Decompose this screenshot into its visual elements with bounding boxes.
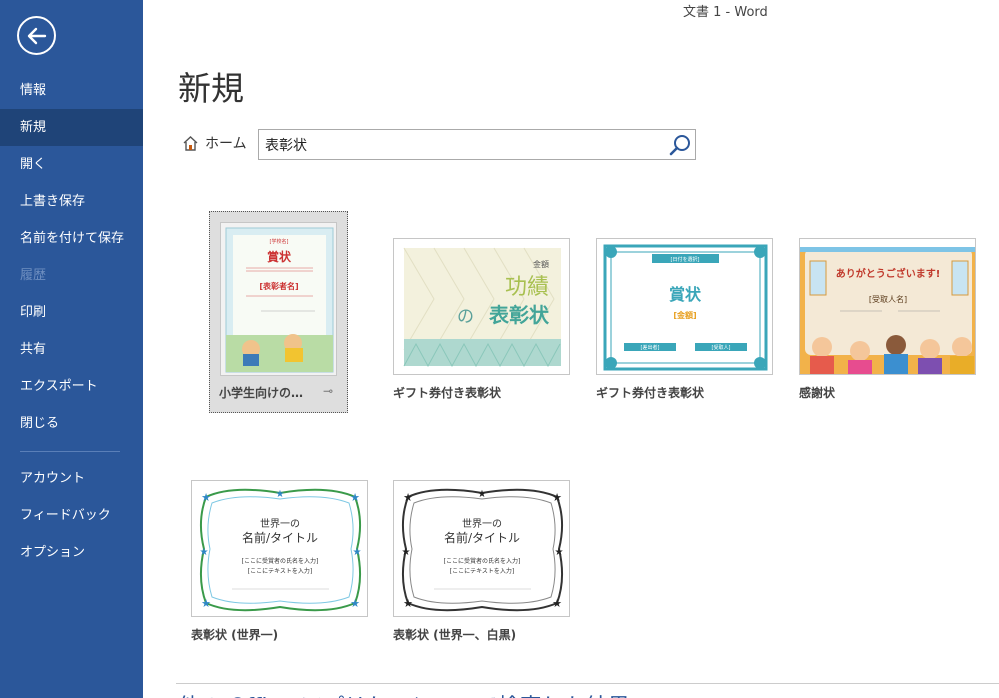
- template-thumbnail: ★ ★ ★ ★ ★ ★ ★ 世界一の 名前/タイトル [ここに受賞者の氏名を入力…: [191, 480, 368, 617]
- world-best-bw-certificate-preview: ★ ★ ★ ★ ★ ★ ★ 世界一の 名前/タイトル [ここに受賞者の氏名を入力…: [394, 481, 569, 616]
- template-card[interactable]: [学校名] 賞状 [表彰者名] 小学生向けの… ⊸: [209, 211, 348, 413]
- thumb-line4-text: [ここにテキストを入力]: [450, 567, 515, 575]
- back-button[interactable]: [17, 16, 56, 55]
- sidebar-item-options[interactable]: オプション: [0, 534, 143, 571]
- template-card[interactable]: ★ ★ ★ ★ ★ ★ ★ 世界一の 名前/タイトル [ここに受賞者の氏名を入力…: [191, 480, 368, 645]
- sidebar-item-share[interactable]: 共有: [0, 331, 143, 368]
- section-divider: [176, 683, 999, 684]
- template-thumbnail: [日付を選択] 賞状 [金額] [差出者] [受取人]: [596, 238, 773, 375]
- svg-text:★: ★: [478, 489, 487, 500]
- thumb-amount-text: 金額: [533, 259, 549, 269]
- template-thumbnail: 金額 功績 の 表彰状: [393, 238, 570, 375]
- home-label: ホーム: [205, 136, 247, 152]
- sidebar-item-info[interactable]: 情報: [0, 72, 143, 109]
- thumb-line2b-text: 表彰状: [489, 303, 550, 327]
- template-card[interactable]: ★ ★ ★ ★ ★ ★ ★ 世界一の 名前/タイトル [ここに受賞者の氏名を入力…: [393, 480, 570, 645]
- sidebar-item-history: 履歴: [20, 268, 47, 283]
- template-search-input[interactable]: [265, 134, 660, 156]
- template-label: ギフト券付き表彰状: [596, 386, 705, 400]
- sidebar-item-export[interactable]: エクスポート: [0, 368, 143, 405]
- template-card[interactable]: ありがとうございます! [受取人名] 感謝状: [799, 238, 976, 403]
- search-icon: [669, 134, 690, 155]
- svg-text:★: ★: [555, 547, 564, 558]
- thumb-line2-text: 名前/タイトル: [444, 530, 520, 545]
- svg-text:★: ★: [403, 491, 413, 504]
- sidebar-item-save[interactable]: 上書き保存: [0, 183, 143, 220]
- gift-certificate-preview: 金額 功績 の 表彰状: [394, 239, 569, 374]
- sidebar: 情報 新規 開く 上書き保存 名前を付けて保存 履歴 印刷 共有 エクスポート …: [0, 0, 143, 698]
- thumb-title-text: 賞状: [267, 249, 292, 264]
- svg-text:★: ★: [201, 491, 211, 504]
- thumb-title-text: 賞状: [669, 285, 702, 304]
- thumb-line2a-text: の: [457, 307, 474, 327]
- svg-text:★: ★: [353, 547, 362, 558]
- search-button[interactable]: [666, 132, 693, 157]
- gift-certificate-teal-preview: [日付を選択] 賞状 [金額] [差出者] [受取人]: [597, 239, 772, 374]
- sidebar-item-close[interactable]: 閉じる: [0, 405, 143, 442]
- template-search-box: [258, 129, 696, 160]
- sidebar-item-open[interactable]: 開く: [0, 146, 143, 183]
- svg-text:★: ★: [276, 489, 285, 500]
- sidebar-item-save-as[interactable]: 名前を付けて保存: [0, 220, 143, 257]
- template-thumbnail: ★ ★ ★ ★ ★ ★ ★ 世界一の 名前/タイトル [ここに受賞者の氏名を入力…: [393, 480, 570, 617]
- svg-text:★: ★: [350, 491, 360, 504]
- thumb-date-text: [日付を選択]: [671, 256, 700, 263]
- svg-text:★: ★: [403, 597, 413, 610]
- thumb-title-text: ありがとうございます!: [836, 267, 941, 280]
- thumb-line1-text: 世界一の: [462, 518, 502, 530]
- home-link[interactable]: ホーム: [182, 133, 247, 153]
- svg-text:★: ★: [200, 547, 209, 558]
- sidebar-divider: [20, 451, 120, 452]
- pin-icon[interactable]: ⊸: [323, 384, 333, 398]
- thumb-line1-text: 世界一の: [260, 518, 300, 530]
- thumb-name-text: [表彰者名]: [259, 281, 298, 291]
- template-label: 表彰状 (世界一、白黒): [393, 628, 517, 642]
- thumb-left-text: [差出者]: [641, 344, 660, 351]
- page-title: 新規: [178, 69, 244, 108]
- template-label: 小学生向けの…: [219, 386, 304, 400]
- thumb-line4-text: [ここにテキストを入力]: [248, 567, 313, 575]
- svg-text:★: ★: [552, 597, 562, 610]
- thumb-amount-text: [金額]: [673, 310, 696, 320]
- template-label: 表彰状 (世界一): [191, 628, 279, 642]
- thumb-line1-text: 功績: [505, 275, 549, 300]
- sidebar-item-new[interactable]: 新規: [0, 109, 143, 146]
- svg-text:★: ★: [350, 597, 360, 610]
- sidebar-item-account[interactable]: アカウント: [0, 460, 143, 497]
- thumb-school-text: [学校名]: [270, 238, 289, 245]
- template-card[interactable]: 金額 功績 の 表彰状 ギフト券付き表彰状: [393, 238, 570, 403]
- thumb-line3-text: [ここに受賞者の氏名を入力]: [242, 557, 319, 565]
- template-label: 感謝状: [799, 386, 836, 400]
- world-best-certificate-preview: ★ ★ ★ ★ ★ ★ ★ 世界一の 名前/タイトル [ここに受賞者の氏名を入力…: [192, 481, 367, 616]
- window-title: 文書 1 - Word: [683, 5, 768, 20]
- home-icon: [183, 135, 198, 151]
- back-arrow-icon: [27, 27, 46, 44]
- other-apps-results-heading[interactable]: 他の Office アプリケーションで検索した結果: [178, 689, 630, 698]
- word-backstage: 情報 新規 開く 上書き保存 名前を付けて保存 履歴 印刷 共有 エクスポート …: [0, 0, 999, 698]
- template-label: ギフト券付き表彰状: [393, 386, 502, 400]
- thumb-line2-text: 名前/タイトル: [242, 530, 318, 545]
- template-thumbnail: [学校名] 賞状 [表彰者名]: [220, 222, 337, 376]
- svg-text:★: ★: [552, 491, 562, 504]
- sidebar-item-print[interactable]: 印刷: [0, 294, 143, 331]
- template-thumbnail: ありがとうございます! [受取人名]: [799, 238, 976, 375]
- template-card[interactable]: [日付を選択] 賞状 [金額] [差出者] [受取人] ギフト券付き表彰状: [596, 238, 773, 403]
- thank-you-certificate-preview: ありがとうございます! [受取人名]: [800, 239, 975, 374]
- svg-text:★: ★: [402, 547, 411, 558]
- thumb-line3-text: [ここに受賞者の氏名を入力]: [444, 557, 521, 565]
- certificate-kids-preview: [学校名] 賞状 [表彰者名]: [225, 227, 334, 373]
- thumb-name-text: [受取人名]: [869, 294, 907, 304]
- svg-text:★: ★: [201, 597, 211, 610]
- sidebar-nav: 情報 新規 開く 上書き保存 名前を付けて保存 履歴 印刷 共有 エクスポート …: [0, 72, 143, 571]
- thumb-right-text: [受取人]: [712, 344, 731, 351]
- sidebar-item-feedback[interactable]: フィードバック: [0, 497, 143, 534]
